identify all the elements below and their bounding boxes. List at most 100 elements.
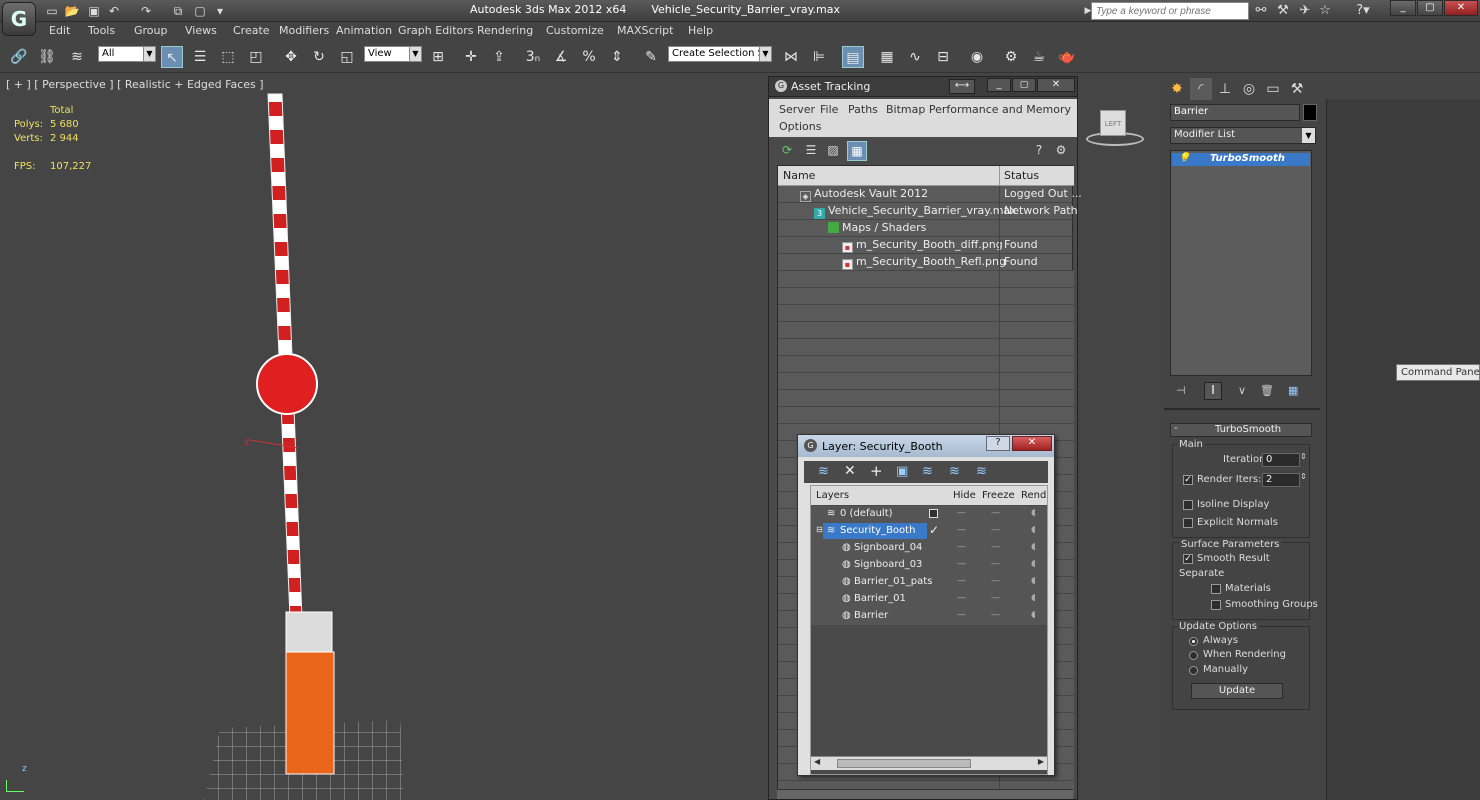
lightbulb-icon[interactable]: 💡 [1178, 153, 1190, 164]
percent-snap-icon[interactable]: % [578, 46, 600, 68]
active-layer-check-icon[interactable]: ✓ [929, 523, 939, 537]
table-row[interactable]: ▪ m_Security_Booth_Refl.png Found [778, 254, 1074, 271]
freeze-all-icon[interactable]: ≋ [976, 464, 987, 479]
select-manipulate-icon[interactable]: ✛ [460, 46, 482, 68]
project-folder-icon[interactable]: ▢ [192, 3, 208, 19]
hierarchy-tab-icon[interactable]: ⊥ [1214, 78, 1236, 100]
asset-minimize-button[interactable]: _ [987, 78, 1011, 92]
collapse-icon[interactable]: ⊟ [816, 525, 823, 534]
modifier-list-dropdown[interactable]: Modifier List ▼ [1170, 127, 1316, 144]
rendered-frame-window-icon[interactable]: ☕ [1028, 46, 1050, 68]
edit-named-selection-icon[interactable]: ✎ [640, 46, 662, 68]
render-iters-spinner[interactable]: 2 [1262, 473, 1300, 487]
table-view-icon[interactable]: ▦ [847, 141, 867, 161]
unlink-icon[interactable]: ⛓ [36, 46, 58, 68]
undo-icon[interactable]: ↶ [106, 3, 122, 19]
snaps-toggle-icon[interactable]: 3ₙ [522, 46, 544, 68]
pivot-center-icon[interactable]: ⊞ [427, 46, 449, 68]
select-by-name-icon[interactable]: ☰ [189, 46, 211, 68]
asset-menu-options[interactable]: Options [779, 120, 821, 133]
reference-coordinate-dropdown[interactable]: View ▼ [364, 46, 422, 62]
asset-close-button[interactable]: ✕ [1037, 78, 1075, 92]
graphite-tools-icon[interactable]: ▦ [876, 46, 898, 68]
layer-row[interactable]: ◍ Signboard_04 — — ◖ [811, 540, 1047, 557]
freeze-toggle[interactable]: — [991, 576, 1000, 586]
modify-tab-icon[interactable]: ◜ [1190, 78, 1212, 100]
window-crossing-icon[interactable]: ◰ [245, 46, 267, 68]
barrier-model[interactable]: y [190, 88, 420, 800]
maximize-button[interactable]: ▢ [1417, 0, 1443, 16]
redo-icon[interactable]: ↷ [138, 3, 154, 19]
mirror-icon[interactable]: ⋈ [780, 46, 802, 68]
link-icon[interactable]: 🔗 [8, 46, 30, 68]
render-teapot-icon[interactable]: ◖ [1031, 542, 1036, 552]
communication-icon[interactable]: ✈ [1296, 3, 1314, 19]
materials-checkbox[interactable] [1211, 584, 1221, 594]
app-logo-icon[interactable]: G [2, 2, 36, 36]
motion-tab-icon[interactable]: ◎ [1238, 78, 1260, 100]
freeze-toggle[interactable]: — [991, 525, 1000, 535]
layer-help-button[interactable]: ? [986, 436, 1010, 451]
selection-filter-dropdown[interactable]: All ▼ [98, 46, 156, 62]
named-selection-dropdown[interactable]: Create Selection Se ▼ [668, 46, 772, 62]
freeze-toggle[interactable]: — [991, 508, 1000, 518]
render-production-icon[interactable]: 🫖 [1056, 46, 1078, 68]
menu-animation[interactable]: Animation [336, 24, 392, 37]
remove-modifier-icon[interactable]: 🗑 [1260, 384, 1274, 397]
menu-help[interactable]: Help [688, 24, 713, 37]
object-name-field[interactable]: Barrier [1170, 104, 1300, 121]
thumbnail-view-icon[interactable]: ▨ [825, 143, 841, 159]
asset-settings-icon[interactable]: ⚙ [1053, 143, 1069, 159]
rectangular-selection-icon[interactable]: ⬚ [217, 46, 239, 68]
render-setup-icon[interactable]: ⚙ [1000, 46, 1022, 68]
rollout-collapse-icon[interactable]: - [1174, 423, 1178, 434]
binoculars-icon[interactable]: ⚯ [1252, 3, 1270, 19]
table-row[interactable]: ▪ m_Security_Booth_diff.png Found [778, 237, 1074, 254]
align-icon[interactable]: ⊫ [808, 46, 830, 68]
move-icon[interactable]: ✥ [280, 46, 302, 68]
menu-create[interactable]: Create [233, 24, 270, 37]
display-tab-icon[interactable]: ▭ [1262, 78, 1284, 100]
col-name[interactable]: Name [783, 169, 815, 182]
object-color-swatch[interactable] [1303, 104, 1317, 121]
menu-views[interactable]: Views [185, 24, 217, 37]
asset-tracking-titlebar[interactable]: G Asset Tracking ⟷ _ ▢ ✕ [769, 77, 1077, 97]
add-to-layer-icon[interactable]: + [870, 462, 883, 480]
current-layer-checkbox[interactable] [929, 509, 938, 518]
bind-space-warp-icon[interactable]: ≋ [66, 46, 88, 68]
viewcube[interactable]: LEFT [1082, 108, 1148, 152]
hide-toggle[interactable]: — [957, 508, 966, 518]
hide-toggle[interactable]: — [957, 542, 966, 552]
table-row[interactable]: Maps / Shaders [778, 220, 1074, 237]
smoothing-groups-checkbox[interactable] [1211, 600, 1221, 610]
configure-modifier-sets-icon[interactable]: ▦ [1288, 384, 1298, 397]
iterations-spinner[interactable]: 0 [1262, 453, 1300, 467]
material-editor-icon[interactable]: ◉ [966, 46, 988, 68]
hold-icon[interactable]: ⧉ [170, 3, 186, 19]
always-radio[interactable] [1189, 637, 1198, 646]
table-row[interactable]: 3 Vehicle_Security_Barrier_vray.max Netwo… [778, 203, 1078, 220]
curve-editor-icon[interactable]: ∿ [904, 46, 926, 68]
col-status[interactable]: Status [1004, 169, 1039, 182]
menu-edit[interactable]: Edit [49, 24, 70, 37]
scale-icon[interactable]: ◱ [336, 46, 358, 68]
hide-toggle[interactable]: — [957, 576, 966, 586]
col-freeze[interactable]: Freeze [982, 490, 1015, 501]
spinner-arrows-icon[interactable]: ⇕ [1300, 472, 1307, 481]
render-teapot-icon[interactable]: ◖ [1031, 610, 1036, 620]
freeze-toggle[interactable]: — [991, 593, 1000, 603]
viewcube-face[interactable]: LEFT [1100, 110, 1126, 136]
menu-rendering[interactable]: Rendering [477, 24, 533, 37]
render-teapot-icon[interactable]: ◖ [1031, 559, 1036, 569]
help-icon[interactable]: ?▾ [1348, 3, 1378, 19]
new-file-icon[interactable]: ▭ [44, 3, 60, 19]
turbosmooth-rollout-header[interactable]: - TurboSmooth [1170, 423, 1312, 437]
layer-row[interactable]: ⊟ ≋ Security_Booth ✓ — — ◖ [811, 523, 1047, 540]
asset-horizontal-scrollbar[interactable] [777, 789, 1073, 799]
menu-tools[interactable]: Tools [88, 24, 115, 37]
open-file-icon[interactable]: 📂 [64, 3, 80, 19]
col-render[interactable]: Rende [1021, 490, 1047, 501]
search-input[interactable] [1091, 2, 1249, 20]
spinner-snap-icon[interactable]: ⇕ [606, 46, 628, 68]
hide-toggle[interactable]: — [957, 610, 966, 620]
